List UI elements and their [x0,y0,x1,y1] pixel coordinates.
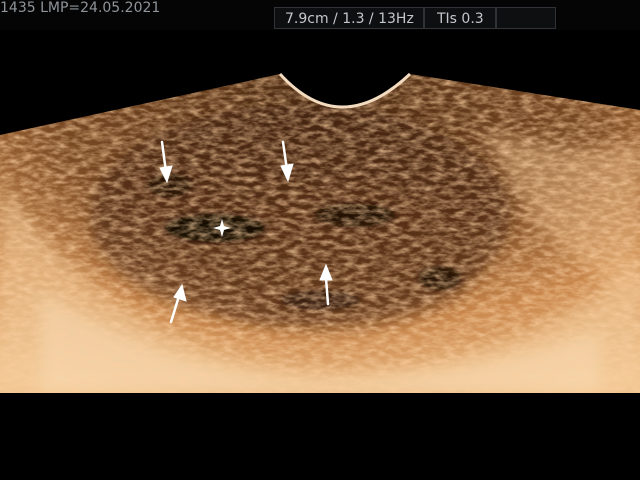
ultrasound-image [0,72,640,393]
scan-sector [0,74,640,393]
